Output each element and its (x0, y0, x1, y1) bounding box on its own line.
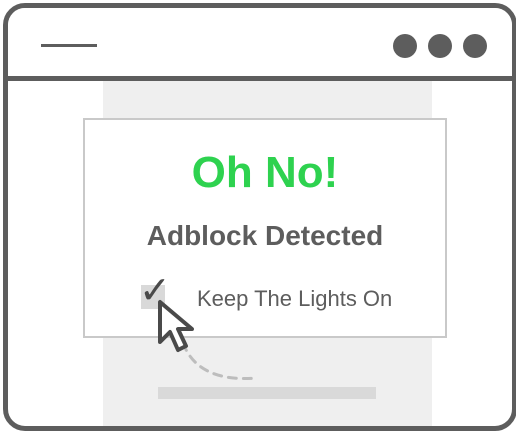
modal-heading: Oh No! (191, 148, 339, 197)
menu-line-icon[interactable] (41, 44, 97, 47)
window-control-dot-icon[interactable] (463, 34, 487, 58)
window-control-dot-icon[interactable] (428, 34, 452, 58)
adblock-modal: Oh No! Adblock Detected ✓ Keep The Light… (83, 118, 447, 338)
window-control-dot-icon[interactable] (393, 34, 417, 58)
window-controls (393, 34, 487, 58)
title-bar (8, 8, 512, 81)
illustration: Oh No! Adblock Detected ✓ Keep The Light… (0, 0, 516, 431)
browser-window: Oh No! Adblock Detected ✓ Keep The Light… (3, 3, 516, 431)
mouse-pointer-icon (158, 300, 194, 352)
checkbox-label[interactable]: Keep The Lights On (197, 286, 392, 312)
footer-placeholder-bar (158, 387, 376, 399)
modal-subheading: Adblock Detected (146, 220, 384, 251)
